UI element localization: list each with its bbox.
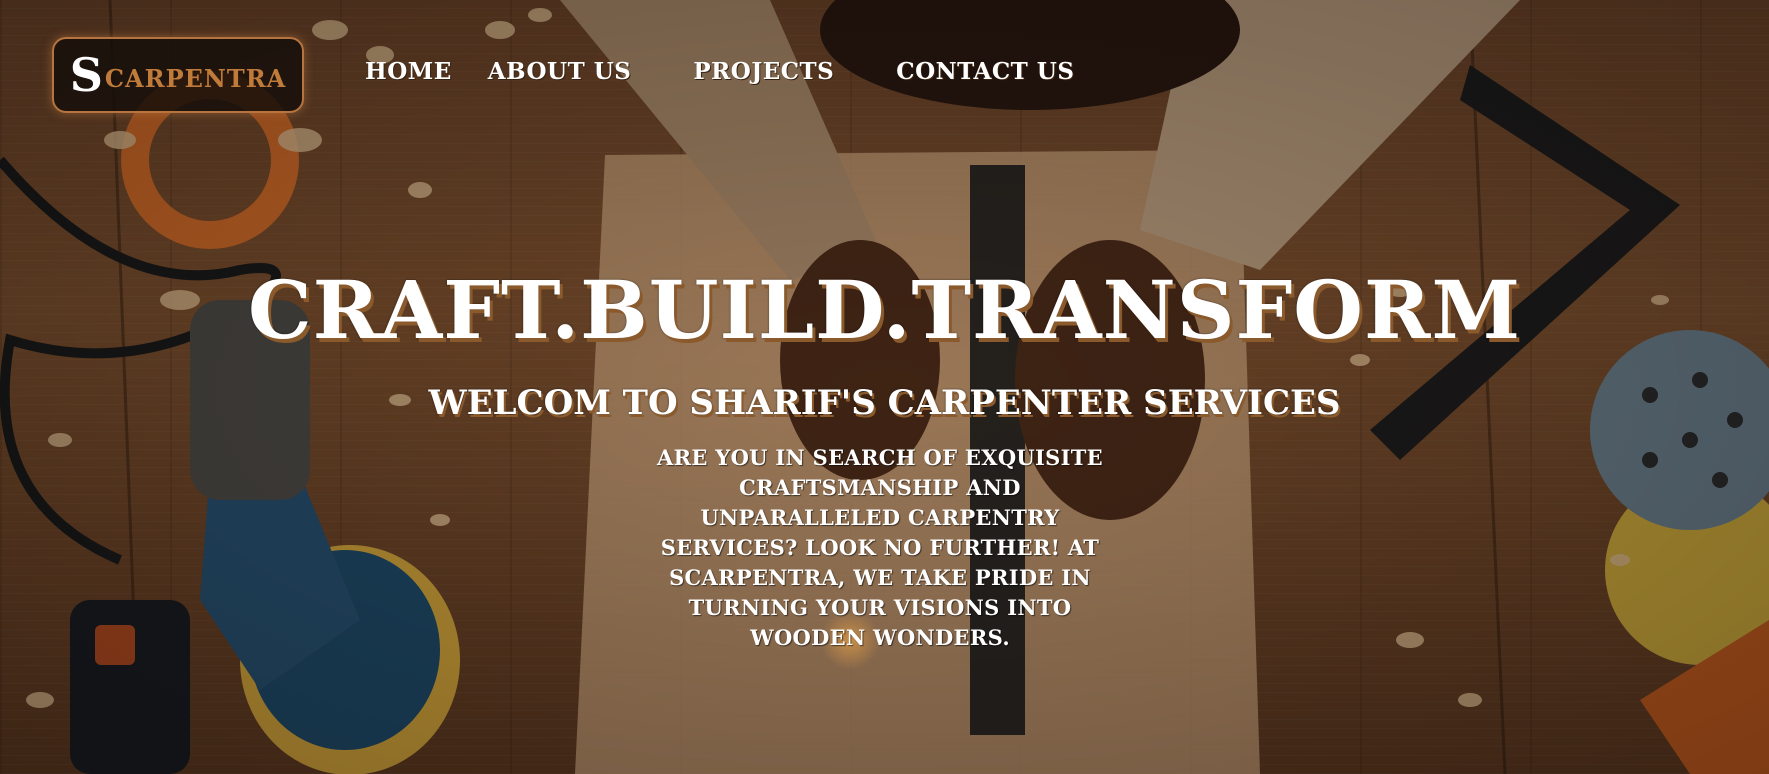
site-logo[interactable]: S CARPENTRA <box>52 37 304 113</box>
nav-projects[interactable]: PROJECTS <box>693 58 834 85</box>
main-nav: HOME ABOUT US PROJECTS CONTACT US <box>365 58 1110 85</box>
logo-initial: S <box>69 48 103 102</box>
logo-wordmark: CARPENTRA <box>104 64 287 93</box>
nav-home[interactable]: HOME <box>365 58 452 85</box>
nav-contact-us[interactable]: CONTACT US <box>896 58 1074 85</box>
nav-about-us[interactable]: ABOUT US <box>488 58 632 85</box>
hero-headline: CRAFT.BUILD.TRANSFORM <box>247 263 1522 357</box>
hero-paragraph: ARE YOU IN SEARCH OF EXQUISITE CRAFTSMAN… <box>657 445 1103 650</box>
hero-subheadline: WELCOM TO SHARIF'S CARPENTER SERVICES <box>428 383 1341 423</box>
